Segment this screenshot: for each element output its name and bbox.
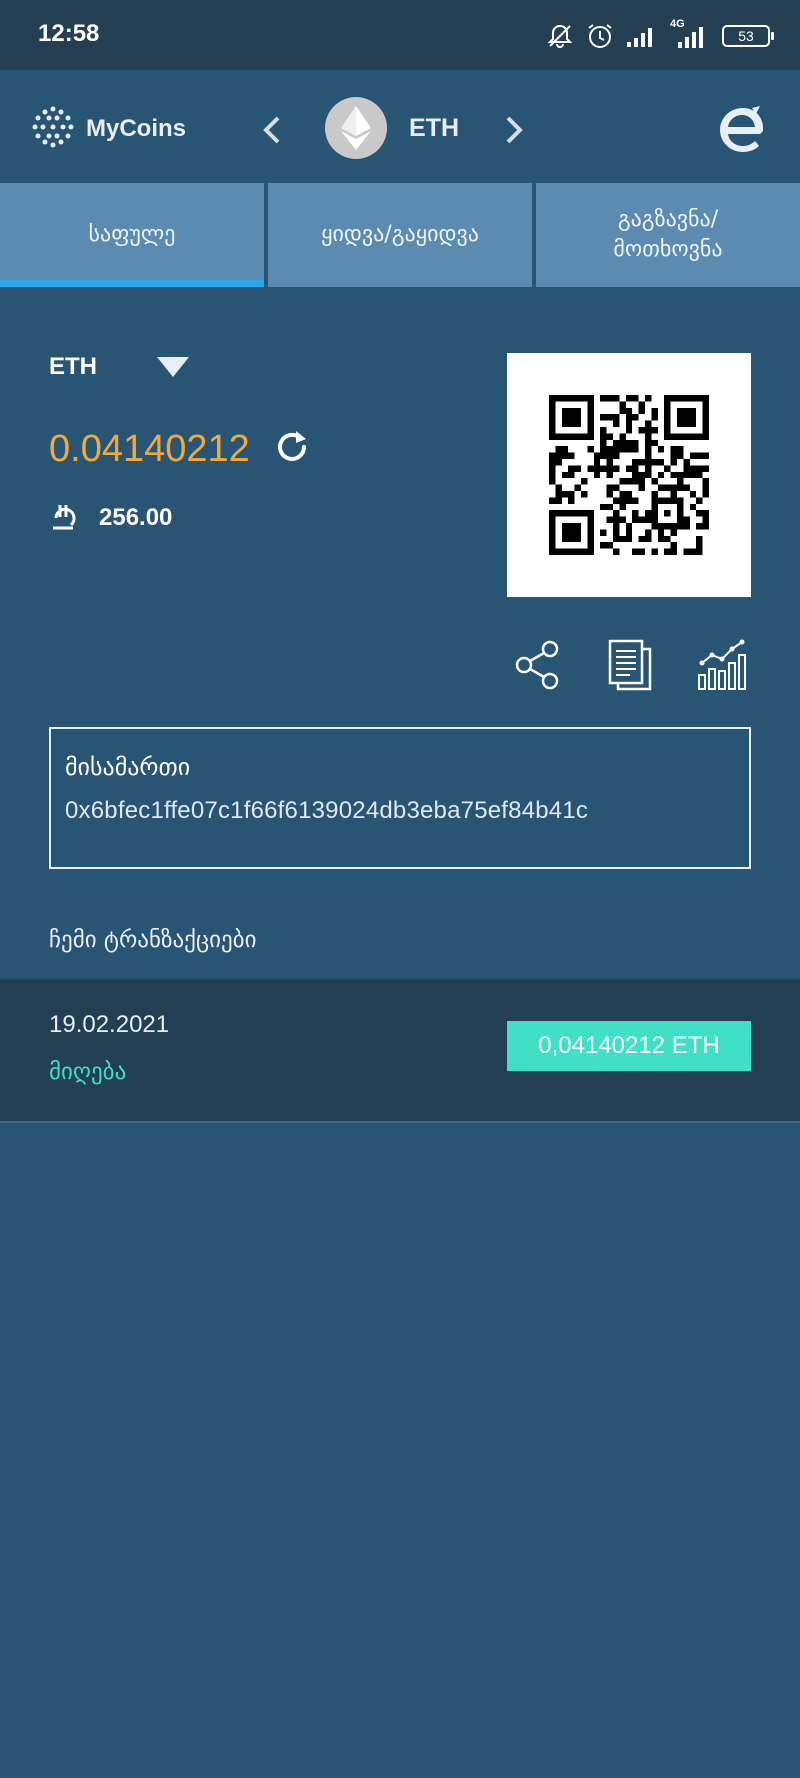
signal-icon [626, 24, 658, 48]
currency-dropdown[interactable]: ETH [49, 353, 189, 381]
tab-buy-sell[interactable]: ყიდვა/გაყიდვა [268, 183, 532, 287]
wallet-address[interactable]: 0x6bfec1ffe07c1f66f6139024db3eba75ef84b4… [65, 797, 735, 825]
previous-coin-button[interactable] [258, 110, 288, 150]
status-bar: 12:58 4G 53 [0, 0, 800, 70]
ethereum-icon [341, 106, 371, 150]
chevron-left-icon [263, 116, 280, 144]
transactions-title: ჩემი ტრანზაქციები [49, 927, 257, 953]
tab-send-request[interactable]: გაგზავნა/ მოთხოვნა [536, 183, 800, 287]
coin-avatar[interactable] [325, 97, 387, 159]
tab-label: საფულე [88, 222, 176, 247]
copy-button[interactable] [604, 637, 658, 693]
copy-icon [608, 639, 652, 691]
tab-bar: საფულე ყიდვა/გაყიდვა გაგზავნა/ მოთხოვნა [0, 183, 800, 287]
logo: MyCoins [30, 104, 186, 154]
signal-4g-icon: 4G [670, 18, 710, 50]
share-icon [515, 640, 559, 690]
qr-code-image [549, 395, 709, 555]
battery-indicator: 53 [722, 25, 774, 47]
next-coin-button[interactable] [498, 110, 528, 150]
address-actions [512, 637, 752, 697]
chart-icon [698, 639, 746, 690]
logo-text: MyCoins [86, 115, 187, 142]
transaction-date: 19.02.2021 [49, 1011, 170, 1038]
alarm-icon [586, 22, 614, 50]
mute-icon [546, 22, 574, 50]
brand-e-button[interactable] [716, 104, 768, 156]
chevron-right-icon [506, 116, 523, 144]
brand-e-logo-icon [720, 106, 763, 152]
mycoins-logo-icon [30, 104, 76, 154]
refresh-button[interactable] [272, 427, 312, 471]
currency-label: ETH [49, 353, 97, 380]
selected-coin-name: ETH [409, 114, 459, 142]
fiat-balance: 256.00 [99, 504, 173, 531]
status-icons: 4G 53 [546, 18, 774, 52]
tab-label: ყიდვა/გაყიდვა [321, 222, 479, 247]
app-header: MyCoins ETH [0, 70, 800, 183]
lari-currency-icon [49, 501, 77, 535]
status-time: 12:58 [38, 20, 100, 47]
balance-row: 0.04140212 [49, 427, 312, 471]
transaction-amount: 0,04140212 ETH [507, 1021, 751, 1071]
tab-wallet[interactable]: საფულე [0, 183, 264, 287]
fiat-balance-row: 256.00 [49, 501, 172, 535]
tab-label: გაგზავნა/ მოთხოვნა [613, 207, 723, 262]
caret-down-icon [157, 357, 189, 377]
qr-code[interactable] [507, 353, 751, 597]
address-label: მისამართი [65, 753, 191, 781]
chart-button[interactable] [695, 637, 749, 693]
transaction-row[interactable]: 19.02.2021 მიღება 0,04140212 ETH [0, 979, 800, 1123]
refresh-icon [277, 431, 306, 461]
address-box[interactable]: მისამართი 0x6bfec1ffe07c1f66f6139024db3e… [49, 727, 751, 869]
crypto-balance: 0.04140212 [49, 427, 250, 470]
transaction-status: მიღება [49, 1059, 127, 1085]
share-button[interactable] [512, 637, 566, 693]
